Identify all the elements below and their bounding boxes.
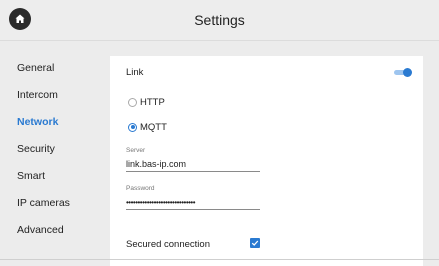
checkmark-icon — [251, 240, 259, 246]
bottom-divider — [0, 259, 439, 260]
password-input[interactable] — [126, 197, 260, 210]
settings-panel: Link HTTP MQTT Server Password Secured c… — [110, 56, 423, 266]
secured-connection-label: Secured connection — [126, 239, 210, 250]
password-field: Password — [126, 185, 260, 210]
http-radio[interactable] — [128, 97, 137, 107]
mqtt-radio-label: MQTT — [140, 121, 167, 133]
mqtt-radio[interactable] — [128, 122, 137, 132]
sidebar-item-smart[interactable]: Smart — [0, 163, 108, 190]
secured-connection-checkbox[interactable] — [250, 238, 260, 248]
page-title: Settings — [194, 12, 245, 28]
toggle-knob — [403, 68, 412, 77]
server-label: Server — [126, 147, 146, 154]
sidebar-item-general[interactable]: General — [0, 55, 108, 82]
sidebar-item-advanced[interactable]: Advanced — [0, 217, 108, 244]
link-toggle[interactable] — [394, 68, 412, 77]
sidebar-item-network[interactable]: Network — [0, 109, 108, 136]
link-label: Link — [126, 67, 144, 78]
sidebar-item-security[interactable]: Security — [0, 136, 108, 163]
header-bar: Settings — [0, 0, 439, 41]
sidebar-item-intercom[interactable]: Intercom — [0, 82, 108, 109]
mqtt-radio-option[interactable]: MQTT — [128, 121, 167, 133]
server-field: Server — [126, 147, 260, 172]
sidebar-item-ip-cameras[interactable]: IP cameras — [0, 190, 108, 217]
http-radio-label: HTTP — [140, 96, 165, 108]
server-input[interactable] — [126, 158, 260, 172]
password-label: Password — [126, 185, 155, 192]
http-radio-option[interactable]: HTTP — [128, 96, 165, 108]
sidebar: General Intercom Network Security Smart … — [0, 55, 108, 244]
